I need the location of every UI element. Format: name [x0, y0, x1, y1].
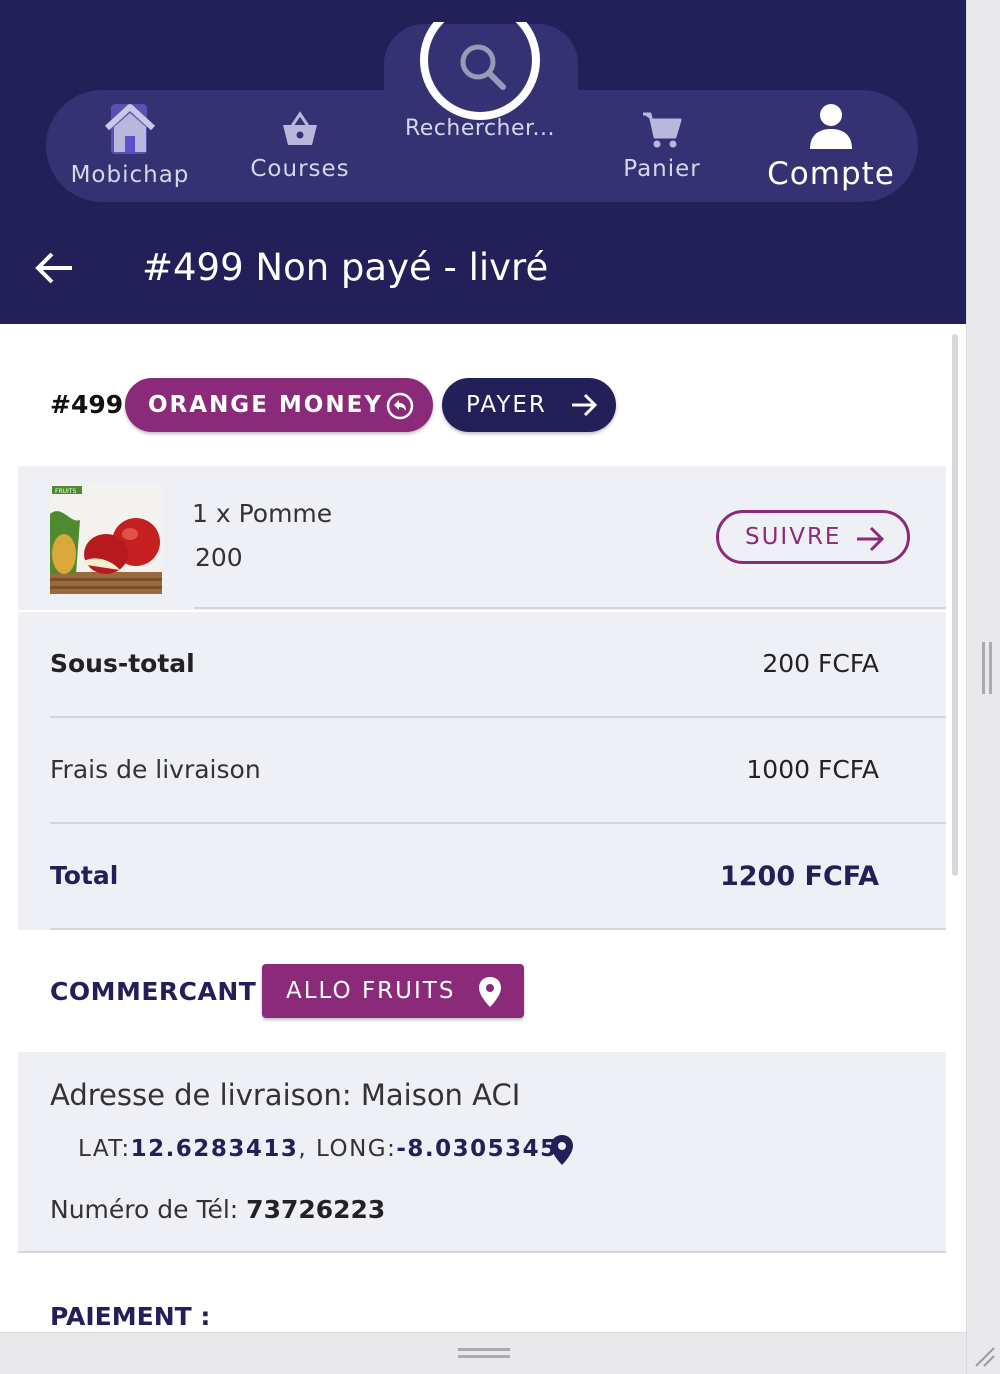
subtotal-value: 200 FCFA — [762, 649, 879, 678]
page-title: #499 Non payé - livré — [142, 246, 549, 289]
payment-section-label: PAIEMENT : — [50, 1302, 211, 1331]
nav-label-panier: Panier — [623, 156, 701, 182]
product-name: 1 x Pomme — [192, 499, 333, 528]
long-label: LONG: — [315, 1136, 397, 1162]
undo-circle-icon — [386, 392, 414, 420]
nav-item-mobichap[interactable]: Mobichap — [70, 102, 190, 188]
subtotal-label: Sous-total — [50, 649, 195, 678]
divider — [50, 928, 946, 930]
pay-button[interactable]: PAYER — [442, 378, 616, 432]
track-label: SUIVRE — [745, 524, 842, 550]
nav-label-compte: Compte — [767, 156, 895, 192]
coords-separator: , — [298, 1136, 316, 1162]
nav-item-compte[interactable]: Compte — [760, 102, 902, 192]
user-icon — [810, 104, 852, 149]
arrow-right-icon — [857, 526, 885, 552]
payment-method-label: ORANGE MONEY — [148, 392, 383, 418]
resize-corner-icon[interactable] — [972, 1344, 996, 1372]
app-window: Rechercher... Mobichap Courses Panier Co… — [0, 0, 966, 1332]
basket-icon — [283, 111, 317, 145]
divider — [194, 607, 946, 609]
cart-icon — [643, 112, 682, 148]
header: Rechercher... Mobichap Courses Panier Co… — [0, 0, 966, 324]
bottom-resize-handle[interactable] — [458, 1348, 510, 1358]
lat-label: LAT: — [78, 1136, 131, 1162]
merchant-button[interactable]: ALLO FRUITS — [262, 964, 524, 1018]
divider — [50, 716, 946, 718]
delivery-fee-value: 1000 FCFA — [746, 755, 879, 784]
nav-label-mobichap: Mobichap — [70, 162, 190, 188]
map-pin-button[interactable] — [550, 1134, 574, 1170]
svg-text:FRUITS: FRUITS — [55, 488, 76, 495]
search-icon — [460, 44, 506, 90]
vertical-scrollbar[interactable] — [952, 334, 958, 876]
phone-number: Numéro de Tél: 73726223 — [50, 1195, 385, 1224]
apple-fruit-basket-image: FRUITS — [50, 484, 162, 594]
payment-method-button[interactable]: ORANGE MONEY — [125, 378, 433, 432]
back-button[interactable] — [32, 246, 76, 294]
merchant-name: ALLO FRUITS — [286, 978, 456, 1004]
order-number: #499 — [50, 390, 124, 419]
nav-item-panier[interactable]: Panier — [602, 110, 722, 182]
home-icon — [104, 104, 156, 154]
arrow-left-icon — [35, 252, 72, 284]
divider — [18, 1251, 946, 1253]
delivery-address: Adresse de livraison: Maison ACI — [50, 1078, 521, 1112]
phone-value: 73726223 — [246, 1195, 386, 1224]
nav-search-label[interactable]: Rechercher... — [400, 116, 560, 141]
track-button[interactable]: SUIVRE — [716, 510, 910, 564]
phone-label: Numéro de Tél: — [50, 1195, 247, 1224]
delivery-fee-label: Frais de livraison — [50, 755, 261, 784]
search-button[interactable] — [420, 22, 540, 120]
nav-label-courses: Courses — [250, 156, 350, 182]
coordinates: LAT:12.6283413, LONG:-8.0305345 — [78, 1136, 558, 1162]
product-image: FRUITS — [50, 484, 162, 594]
pay-label: PAYER — [466, 392, 547, 418]
location-pin-icon — [479, 977, 501, 1007]
merchant-label: COMMERCANT : — [50, 977, 277, 1006]
location-pin-icon — [551, 1135, 573, 1165]
arrow-right-icon — [572, 393, 598, 417]
total-label: Total — [50, 861, 119, 890]
side-resize-handle[interactable] — [982, 642, 992, 694]
divider — [50, 822, 946, 824]
long-value: -8.0305345 — [396, 1136, 558, 1162]
lat-value: 12.6283413 — [130, 1136, 299, 1162]
total-value: 1200 FCFA — [719, 861, 879, 892]
nav-item-courses[interactable]: Courses — [240, 110, 360, 182]
product-price: 200 — [195, 543, 243, 572]
